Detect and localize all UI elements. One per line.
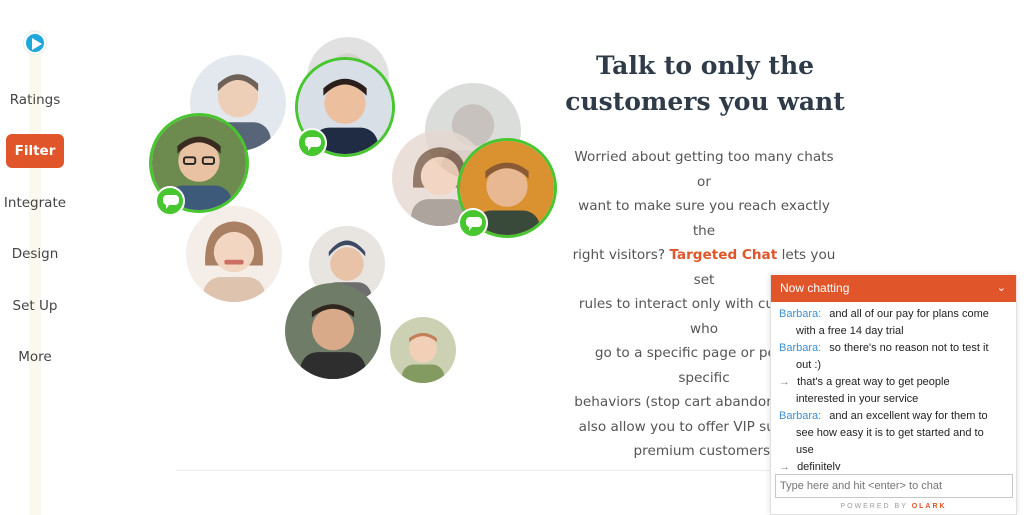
description-line: Worried about getting too many chats or — [574, 149, 834, 190]
agent-name: Barbara: — [779, 410, 822, 422]
message-text: interested in your service — [796, 393, 919, 405]
message-text: and an excellent way for them to — [829, 410, 988, 422]
hero-title: Talk to only the customers you want — [560, 48, 850, 120]
powered-by-text: POWERED BY — [840, 503, 908, 510]
message-text: see how easy it is to get started and to — [796, 427, 984, 439]
nav-item-ratings[interactable]: Ratings — [0, 92, 70, 108]
nav-item-set-up[interactable]: Set Up — [0, 298, 70, 314]
description-line: want to make sure you reach exactly the — [578, 198, 830, 239]
chat-input[interactable] — [775, 474, 1013, 498]
customer-avatar — [186, 206, 282, 302]
message-text: out :) — [796, 359, 822, 371]
targeted-chat-link[interactable]: Targeted Chat — [669, 247, 777, 263]
message-text: use — [796, 444, 814, 456]
play-button[interactable] — [24, 32, 46, 54]
chat-transcript[interactable]: Barbara: and all of our pay for plans co… — [771, 302, 1016, 470]
message-text: and all of our pay for plans come — [829, 308, 989, 320]
chat-header-title: Now chatting — [780, 281, 850, 295]
chat-bubble-icon — [155, 186, 185, 216]
message-text: that's a great way to get people — [797, 376, 950, 388]
chat-message: Barbara: and an excellent way for them t… — [779, 408, 1006, 459]
nav-item-more[interactable]: More — [0, 349, 70, 365]
visitor-arrow-icon: → — [779, 461, 790, 470]
chat-header[interactable]: Now chatting ⌄ — [771, 275, 1016, 302]
nav-item-design[interactable]: Design — [0, 246, 70, 262]
powered-by-footer: POWERED BY OLARK — [771, 503, 1016, 510]
message-text: so there's no reason not to test it — [829, 342, 989, 354]
chat-message: → that's a great way to get people inter… — [779, 374, 1006, 408]
chat-message: → definitely — [779, 459, 1006, 470]
section-divider — [176, 470, 776, 471]
chat-message: Barbara: so there's no reason not to tes… — [779, 340, 1006, 374]
hero-title-line: Talk to only the — [595, 51, 815, 80]
agent-name: Barbara: — [779, 308, 822, 320]
chevron-down-icon[interactable]: ⌄ — [997, 275, 1006, 302]
chat-widget: Now chatting ⌄ Barbara: and all of our p… — [770, 275, 1017, 515]
description-text: right visitors? — [572, 247, 666, 263]
nav-item-filter[interactable]: Filter — [6, 134, 64, 168]
visitor-arrow-icon: → — [779, 376, 790, 388]
nav-item-integrate[interactable]: Integrate — [0, 195, 70, 211]
play-icon — [32, 38, 42, 50]
agent-name: Barbara: — [779, 342, 822, 354]
chat-message: Barbara: and all of our pay for plans co… — [779, 306, 1006, 340]
customer-avatar — [285, 283, 381, 379]
message-text: definitely — [797, 461, 841, 470]
hero-title-line: customers you want — [565, 87, 845, 116]
chat-bubble-icon — [458, 208, 488, 238]
message-text: with a free 14 day trial — [796, 325, 904, 337]
customer-avatar — [390, 317, 456, 383]
olark-brand-link[interactable]: OLARK — [912, 503, 947, 510]
chat-bubble-icon — [297, 128, 327, 158]
